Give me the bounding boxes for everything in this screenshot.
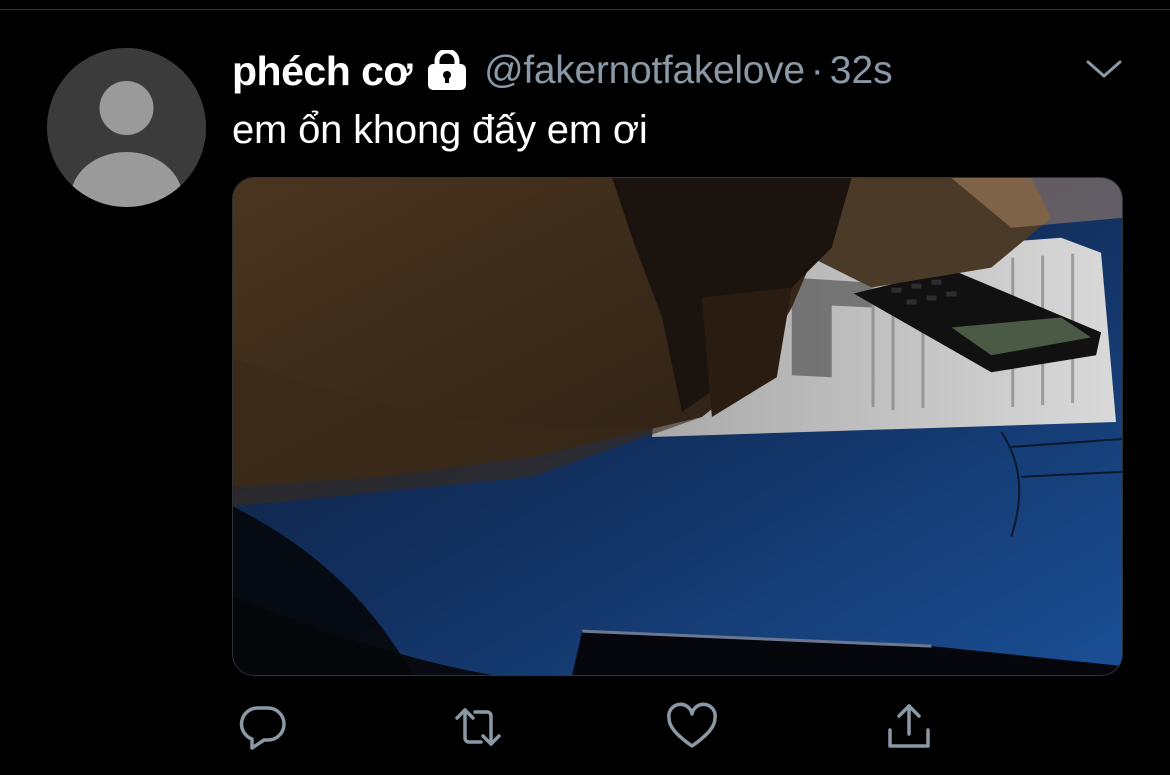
tweet-header: phéch cơ @fakernotfakelove · 32s — [232, 46, 893, 96]
photo-image — [233, 178, 1122, 675]
reply-icon — [239, 706, 286, 750]
retweet-icon — [455, 708, 501, 746]
lock-icon — [426, 50, 468, 92]
share-icon — [888, 704, 930, 748]
more-options-button[interactable] — [1084, 54, 1124, 84]
tweet-text: em ổn khong đấy em ơi — [232, 108, 648, 152]
retweet-button[interactable] — [451, 700, 505, 754]
reply-button[interactable] — [236, 700, 290, 754]
user-handle[interactable]: @fakernotfakelove — [484, 49, 805, 93]
display-name[interactable]: phéch cơ — [232, 48, 413, 95]
avatar[interactable] — [47, 48, 206, 207]
chevron-down-icon — [1086, 60, 1122, 78]
like-button[interactable] — [665, 700, 719, 754]
timestamp[interactable]: 32s — [830, 49, 893, 93]
default-avatar-icon — [47, 48, 206, 207]
separator-dot: · — [810, 49, 824, 92]
top-divider — [0, 9, 1170, 10]
share-button[interactable] — [882, 700, 936, 754]
tweet-photo[interactable] — [232, 177, 1123, 676]
tweet-actions — [0, 700, 1170, 760]
heart-icon — [667, 702, 717, 748]
